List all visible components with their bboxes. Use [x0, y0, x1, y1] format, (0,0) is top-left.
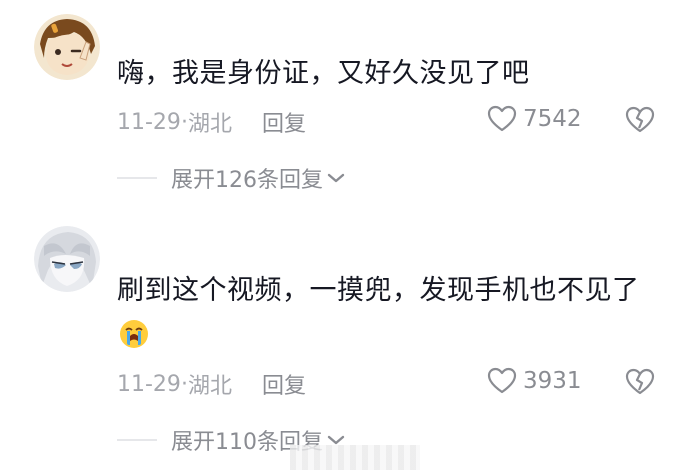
- comment-text-content: 刷到这个视频，一摸兜，发现手机也不见了: [117, 275, 640, 306]
- comment-meta: 11-29 · 湖北 回复: [117, 106, 306, 138]
- avatar[interactable]: [34, 14, 100, 80]
- like-count: 3931: [523, 368, 582, 394]
- like-button[interactable]: 3931: [487, 367, 582, 395]
- meta-separator: ·: [180, 371, 188, 397]
- comment-date: 11-29: [117, 371, 181, 397]
- divider-line: [117, 177, 157, 179]
- expand-replies-button[interactable]: 展开126条回复: [117, 162, 345, 194]
- avatar[interactable]: [34, 226, 100, 292]
- comment-location: 湖北: [187, 374, 232, 399]
- dislike-button[interactable]: [625, 106, 655, 138]
- comment-location: 湖北: [187, 112, 232, 137]
- crying-emoji-icon: [119, 318, 149, 364]
- watermark-overlay: [290, 445, 420, 470]
- broken-heart-icon: [625, 368, 655, 395]
- reply-button[interactable]: 回复: [262, 106, 306, 138]
- divider-line: [117, 439, 157, 441]
- like-count: 7542: [523, 106, 582, 132]
- comment-text: 嗨，我是身份证，又好久没见了吧: [117, 58, 530, 89]
- comment-meta: 11-29 · 湖北 回复: [117, 368, 306, 400]
- dislike-button[interactable]: [625, 368, 655, 400]
- like-button[interactable]: 7542: [487, 105, 582, 133]
- comment-date: 11-29: [117, 109, 181, 135]
- meta-separator: ·: [180, 109, 188, 135]
- anime-character-avatar-icon: [34, 226, 100, 292]
- comment-text: 刷到这个视频，一摸兜，发现手机也不见了: [117, 268, 647, 364]
- cartoon-girl-avatar-icon: [34, 14, 100, 80]
- broken-heart-icon: [625, 106, 655, 133]
- heart-icon: [487, 105, 517, 132]
- expand-replies-label: 展开126条回复: [171, 168, 323, 193]
- reply-button[interactable]: 回复: [262, 368, 306, 400]
- chevron-down-icon: [327, 173, 345, 183]
- heart-icon: [487, 367, 517, 394]
